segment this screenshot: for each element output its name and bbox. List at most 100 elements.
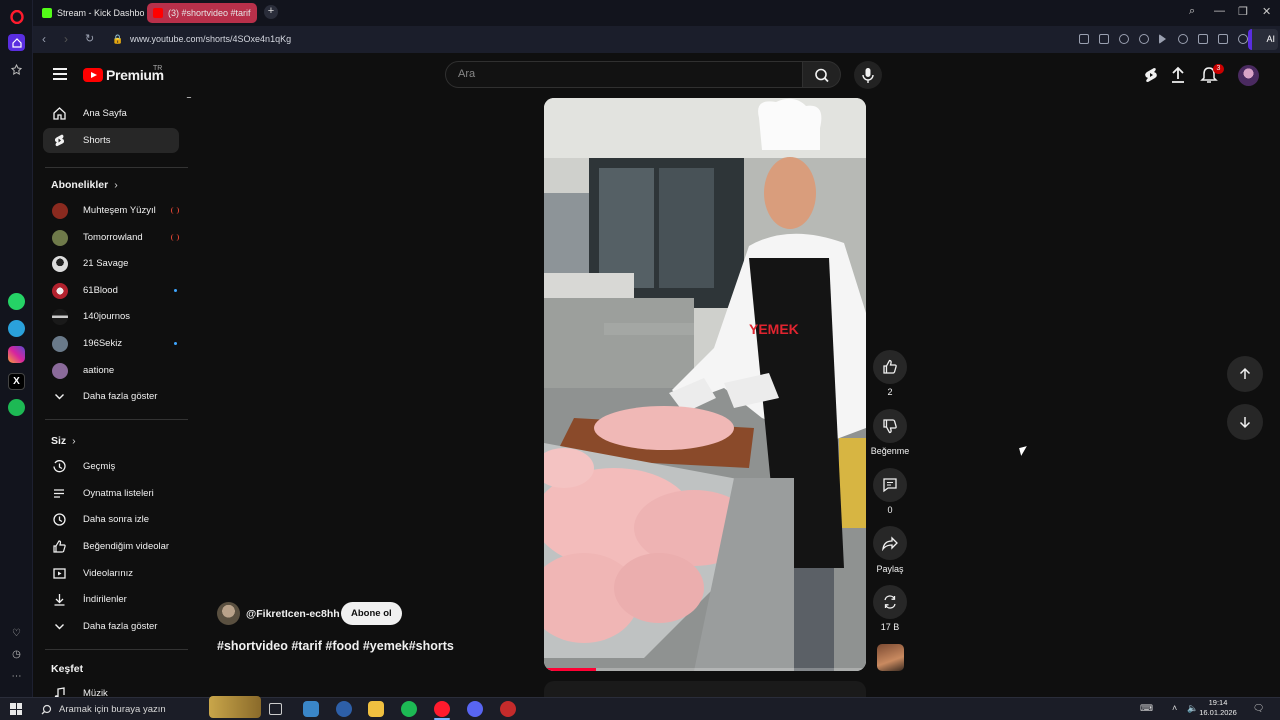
opera-icon[interactable] xyxy=(434,701,450,717)
search-input[interactable] xyxy=(458,68,788,80)
heart-icon[interactable] xyxy=(1178,34,1188,44)
sidebar-item-subscription[interactable]: Tomorrowland xyxy=(43,225,179,250)
show-more-subscriptions-button[interactable]: Daha fazla göster xyxy=(43,384,179,409)
channel-name-link[interactable]: @FikretIcen-ec8hh xyxy=(246,608,340,620)
sidebar-item-subscription[interactable]: aatione xyxy=(43,358,179,383)
sidebar-item-liked-videos[interactable]: Beğendiğim videolar xyxy=(43,534,179,559)
sidebar-item-subscription[interactable]: 21 Savage xyxy=(43,251,179,276)
previous-short-button[interactable] xyxy=(1227,356,1263,392)
sidebar-item-playlists[interactable]: Oynatma listeleri xyxy=(43,481,179,506)
upload-icon[interactable] xyxy=(1168,65,1188,85)
sidebar-item-subscription[interactable]: 140journos xyxy=(43,304,179,329)
volume-icon[interactable]: 🔈 xyxy=(1187,703,1198,714)
remix-button[interactable] xyxy=(873,585,907,619)
tab-youtube-short[interactable]: (3) #shortvideo #tarif xyxy=(147,3,257,23)
app-icon[interactable] xyxy=(500,701,516,717)
profile-icon[interactable] xyxy=(1238,34,1248,44)
discord-icon[interactable] xyxy=(467,701,483,717)
sidebar-item-label: 61Blood xyxy=(83,285,118,296)
you-heading[interactable]: Siz › xyxy=(51,435,76,447)
back-icon[interactable]: ‹ xyxy=(42,32,46,46)
spotify-icon[interactable] xyxy=(8,399,25,416)
youtube-premium-logo[interactable]: Premium xyxy=(83,67,164,83)
x-twitter-icon[interactable]: X xyxy=(8,373,25,390)
video-progress-fill xyxy=(544,668,596,671)
taskbar-search-box[interactable]: Aramak için buraya yazın xyxy=(33,696,261,719)
taskbar-search-placeholder: Aramak için buraya yazın xyxy=(59,704,166,715)
shorts-create-icon[interactable] xyxy=(1141,65,1161,85)
taskbar-clock[interactable]: 19:14 16.01.2026 xyxy=(1198,698,1238,718)
sidebar-item-music[interactable]: Müzik xyxy=(43,681,179,697)
dislike-button[interactable] xyxy=(873,409,907,443)
sidebar-item-downloads[interactable]: İndirilenler xyxy=(43,587,179,612)
whatsapp-icon[interactable] xyxy=(8,293,25,310)
easy-setup-icon[interactable] xyxy=(1218,34,1228,44)
show-more-you-button[interactable]: Daha fazla göster xyxy=(43,614,179,639)
video-progress-bar[interactable] xyxy=(544,668,866,671)
maximize-button[interactable]: ❐ xyxy=(1238,5,1248,18)
favorites-heart-icon[interactable]: ♡ xyxy=(8,625,25,642)
short-video-player[interactable]: YEMEK xyxy=(544,98,866,671)
notifications-center-icon[interactable]: 🗨 xyxy=(1253,703,1264,714)
file-explorer-icon[interactable] xyxy=(368,701,384,717)
sidebar-item-label: aatione xyxy=(83,365,115,376)
channel-avatar[interactable] xyxy=(217,602,240,625)
sound-thumbnail[interactable] xyxy=(877,644,904,671)
tab-kick-dashboard[interactable]: Stream - Kick Dashboard xyxy=(36,3,144,23)
player-icon[interactable] xyxy=(1159,34,1166,44)
subscriptions-heading[interactable]: Abonelikler › xyxy=(51,179,118,191)
subscribe-button[interactable]: Abone ol xyxy=(341,602,402,625)
close-window-button[interactable]: ✕ xyxy=(1262,5,1271,18)
channel-avatar xyxy=(52,203,68,219)
more-dots-icon[interactable]: ⋯ xyxy=(8,668,25,685)
chevron-down-icon xyxy=(55,624,64,630)
account-avatar[interactable] xyxy=(1238,65,1259,86)
task-view-icon[interactable] xyxy=(269,703,282,715)
channel-avatar xyxy=(52,363,68,379)
app-icon[interactable] xyxy=(336,701,352,717)
reload-icon[interactable]: ↻ xyxy=(85,32,94,45)
shield-icon[interactable] xyxy=(1119,34,1129,44)
workspace-home-icon[interactable] xyxy=(8,34,25,51)
show-hidden-icons-chevron[interactable]: ˄ xyxy=(1172,703,1177,713)
sidebar-item-home[interactable]: Ana Sayfa xyxy=(43,101,179,126)
search-tabs-icon[interactable]: ⌕ xyxy=(1189,5,1195,18)
camera-icon[interactable] xyxy=(1099,34,1109,44)
sidebar-item-history[interactable]: Geçmiş xyxy=(43,454,179,479)
url-field[interactable]: www.youtube.com/shorts/4SOxe4n1qKg xyxy=(130,34,291,44)
opera-logo-icon[interactable] xyxy=(8,8,25,25)
download-icon[interactable] xyxy=(1198,34,1208,44)
history-clock-icon[interactable]: ◷ xyxy=(8,646,25,663)
windows-start-button[interactable] xyxy=(10,703,22,715)
sidebar-item-your-videos[interactable]: Videolarınız xyxy=(43,561,179,586)
minimize-button[interactable]: — xyxy=(1214,5,1225,17)
share-button[interactable] xyxy=(873,526,907,560)
scroll-up-icon[interactable]: ▲ xyxy=(185,97,193,100)
like-button[interactable] xyxy=(873,350,907,384)
voice-search-button[interactable] xyxy=(854,61,882,89)
edit-icon[interactable] xyxy=(1079,34,1089,44)
menu-hamburger-icon[interactable] xyxy=(53,68,67,80)
instagram-icon[interactable] xyxy=(8,346,25,363)
app-icon[interactable] xyxy=(303,701,319,717)
sidebar-item-subscription[interactable]: 196Sekiz xyxy=(43,331,179,356)
forward-icon[interactable]: › xyxy=(64,32,68,46)
sidebar-item-label: 140journos xyxy=(83,311,131,322)
sidebar-item-subscription[interactable]: 61Blood xyxy=(43,278,179,303)
next-short-button[interactable] xyxy=(1227,404,1263,440)
sidebar-item-subscription[interactable]: Muhteşem Yüzyıl xyxy=(43,198,179,223)
spotify-icon[interactable] xyxy=(401,701,417,717)
search-button[interactable] xyxy=(803,61,841,88)
pinboard-icon[interactable] xyxy=(8,61,25,78)
video-frame: YEMEK xyxy=(544,98,866,671)
sidebar-item-label: Geçmiş xyxy=(83,461,116,472)
comments-button[interactable] xyxy=(873,468,907,502)
sidebar-item-shorts[interactable]: Shorts xyxy=(43,128,179,153)
vpn-icon[interactable] xyxy=(1139,34,1149,44)
new-tab-button[interactable]: + xyxy=(264,5,278,19)
sidebar-item-watch-later[interactable]: Daha sonra izle xyxy=(43,507,179,532)
you-heading-label: Siz xyxy=(51,435,67,447)
keyboard-icon[interactable]: ⌨ xyxy=(1140,703,1153,714)
telegram-icon[interactable] xyxy=(8,320,25,337)
aria-ai-button[interactable]: AI xyxy=(1248,29,1278,50)
